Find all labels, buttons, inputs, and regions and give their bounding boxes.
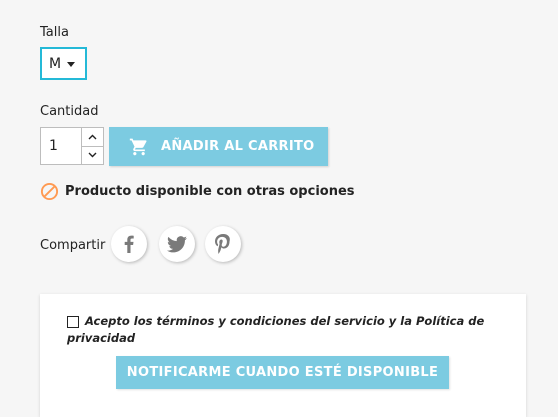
pinterest-icon <box>215 234 230 254</box>
quantity-label: Cantidad <box>40 104 99 119</box>
chevron-down-icon <box>88 152 97 158</box>
add-to-cart-label: AÑADIR AL CARRITO <box>161 139 315 154</box>
quantity-input[interactable] <box>41 128 83 164</box>
twitter-icon <box>167 235 187 252</box>
twitter-share-button[interactable] <box>159 226 195 262</box>
quantity-increase-button[interactable] <box>81 128 103 147</box>
size-select[interactable]: M <box>40 47 87 80</box>
size-select-value: M <box>49 55 62 72</box>
shopping-cart-icon <box>129 138 147 155</box>
block-icon <box>40 182 59 201</box>
size-label: Talla <box>40 25 69 40</box>
quantity-stepper <box>40 127 104 165</box>
availability-text: Producto disponible con otras opciones <box>65 184 355 199</box>
notify-when-available-button[interactable]: NOTIFICARME CUANDO ESTÉ DISPONIBLE <box>116 356 449 389</box>
quantity-decrease-button[interactable] <box>81 146 103 164</box>
pinterest-share-button[interactable] <box>205 226 241 262</box>
share-label: Compartir <box>40 238 106 253</box>
caret-down-icon <box>67 62 75 67</box>
terms-text: Acepto los términos y condiciones del se… <box>67 314 485 345</box>
chevron-up-icon <box>88 134 97 140</box>
availability-status: Producto disponible con otras opciones <box>40 182 355 201</box>
facebook-share-button[interactable] <box>111 226 147 262</box>
notify-panel: Acepto los términos y condiciones del se… <box>40 294 526 417</box>
add-to-cart-button[interactable]: AÑADIR AL CARRITO <box>109 127 328 166</box>
facebook-icon <box>124 235 134 253</box>
